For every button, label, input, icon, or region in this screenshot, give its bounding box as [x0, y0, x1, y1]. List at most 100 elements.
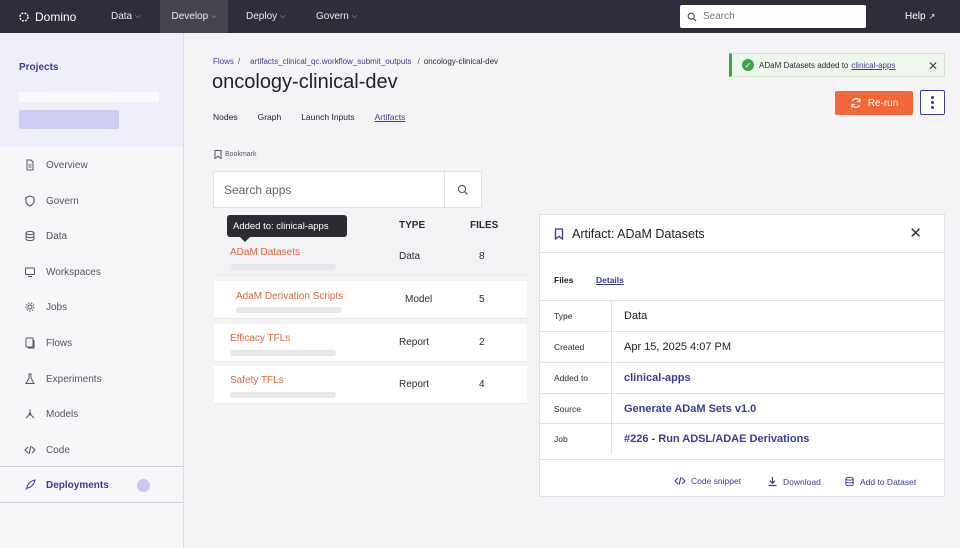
bookmark-icon — [214, 150, 222, 159]
tab-nodes[interactable]: Nodes — [213, 112, 238, 122]
app-type: Report — [399, 337, 430, 348]
panel-footer-divider — [540, 459, 944, 460]
sidebar-item-data[interactable]: Data — [24, 230, 67, 242]
sidebar-item-label: Flows — [46, 337, 73, 349]
table-row[interactable]: ADaM Datasets Data 8 — [214, 238, 527, 276]
app-subtitle-placeholder — [230, 350, 336, 356]
sidebar-item-jobs[interactable]: Jobs — [24, 301, 67, 313]
sidebar-item-deployments[interactable]: Deployments — [24, 479, 109, 491]
add-to-dataset-label: Add to Dataset — [860, 476, 917, 487]
global-search-input[interactable] — [703, 11, 853, 22]
document-icon — [26, 159, 34, 171]
table-row[interactable]: Safety TFLs Report 4 — [214, 366, 527, 404]
tab-artifacts[interactable]: Artifacts — [375, 112, 406, 122]
sidebar-item-experiments[interactable]: Experiments — [24, 373, 102, 385]
rocket-icon — [25, 479, 36, 490]
column-type: TYPE — [399, 220, 426, 231]
artifact-title: Artifact: ADaM Datasets — [572, 226, 705, 241]
gear-icon — [25, 302, 35, 312]
help-link[interactable]: Help ↗ — [905, 11, 935, 22]
add-to-dataset-button[interactable]: Add to Dataset — [844, 476, 916, 487]
close-icon[interactable]: ✕ — [928, 59, 938, 73]
sidebar-item-workspaces[interactable]: Workspaces — [24, 266, 101, 278]
sidebar-item-label: Deployments — [46, 479, 109, 491]
tab-graph[interactable]: Graph — [258, 112, 282, 122]
chevron-down-icon: ⌵ — [135, 12, 141, 20]
app-files: 2 — [479, 337, 485, 348]
app-name[interactable]: ADaM Datasets — [230, 247, 300, 258]
download-label: Download — [783, 476, 821, 487]
domino-logo[interactable]: Domino — [18, 10, 110, 24]
apps-search-input[interactable] — [224, 182, 444, 197]
app-type: Model — [405, 294, 433, 305]
app-subtitle-placeholder — [230, 264, 336, 270]
sidebar-item-govern[interactable]: Govern — [24, 195, 79, 207]
table-row[interactable]: AdaM Derivation Scripts Model 5 — [214, 281, 527, 319]
app-files: 4 — [479, 379, 485, 390]
nav-data[interactable]: Data ⌵ — [111, 0, 140, 33]
nav-develop[interactable]: Develop ⌵ — [160, 0, 228, 33]
project-selector-placeholder[interactable] — [19, 110, 119, 129]
app-name[interactable]: Efficacy TFLs — [230, 333, 290, 344]
nav-govern[interactable]: Govern ⌵ — [316, 0, 357, 33]
chevron-down-icon: ⌵ — [211, 12, 217, 20]
detail-value-link[interactable]: #226 - Run ADSL/ADAE Derivations — [624, 433, 809, 445]
kebab-dot — [931, 96, 934, 99]
database-icon — [25, 230, 35, 242]
database-icon — [845, 476, 854, 487]
column-files: FILES — [470, 220, 499, 231]
rerun-button[interactable]: Re-run — [835, 91, 913, 115]
toast-text: ADaM Datasets added to — [759, 60, 849, 70]
apps-search-button[interactable] — [444, 172, 481, 207]
artifact-panel-header: Artifact: ADaM Datasets ✕ — [540, 215, 944, 253]
apps-search — [213, 171, 482, 208]
detail-value-link[interactable]: Generate ADaM Sets v1.0 — [624, 403, 756, 415]
table-row[interactable]: Efficacy TFLs Report 2 — [214, 324, 527, 362]
shield-icon — [25, 195, 35, 207]
nav-deploy[interactable]: Deploy ⌵ — [246, 0, 285, 33]
success-toast: ✓ ADaM Datasets added to clinical-apps ✕ — [729, 53, 945, 77]
detail-row-job: Job #226 - Run ADSL/ADAE Derivations — [540, 423, 944, 454]
row-divider — [611, 424, 612, 454]
kebab-dot — [931, 101, 934, 104]
nav-develop-label: Develop — [171, 11, 209, 22]
models-icon — [25, 409, 35, 419]
tab-files[interactable]: Files — [554, 275, 573, 285]
breadcrumb-workflow[interactable]: artifacts_clinical_qc.workflow_submit_ou… — [250, 57, 411, 66]
detail-row-added-to: Added to clinical-apps — [540, 362, 944, 393]
sidebar-item-label: Models — [46, 408, 79, 420]
code-icon — [24, 445, 36, 455]
bookmark-button[interactable]: Bookmark — [214, 150, 257, 159]
detail-row-type: Type Data — [540, 300, 944, 331]
toast-link[interactable]: clinical-apps — [851, 61, 895, 70]
app-files: 8 — [479, 251, 485, 262]
row-divider — [611, 301, 612, 331]
app-subtitle-placeholder — [230, 392, 336, 398]
flows-icon — [25, 337, 35, 349]
sidebar-item-models[interactable]: Models — [24, 408, 78, 420]
breadcrumb-flows[interactable]: Flows — [213, 57, 234, 66]
app-files: 5 — [479, 294, 485, 305]
chevron-down-icon: ⌵ — [351, 12, 358, 20]
detail-key: Job — [554, 434, 568, 444]
detail-key: Source — [554, 404, 581, 414]
tab-details[interactable]: Details — [596, 275, 624, 285]
sidebar-item-label: Jobs — [46, 301, 68, 313]
download-button[interactable]: Download — [767, 476, 821, 487]
nav-data-label: Data — [111, 11, 133, 22]
app-name[interactable]: Safety TFLs — [230, 375, 284, 386]
detail-value-link[interactable]: clinical-apps — [624, 372, 691, 384]
app-name[interactable]: AdaM Derivation Scripts — [236, 291, 343, 302]
close-icon[interactable]: ✕ — [909, 226, 922, 241]
sidebar-item-flows[interactable]: Flows — [24, 337, 72, 349]
tab-launch-inputs[interactable]: Launch Inputs — [301, 112, 354, 122]
domino-logo-icon — [19, 11, 29, 22]
external-link-icon: ↗ — [928, 12, 936, 21]
code-snippet-button[interactable]: Code snippet — [674, 476, 741, 486]
sidebar-item-code[interactable]: Code — [24, 444, 70, 456]
sidebar-item-overview[interactable]: Overview — [24, 159, 88, 171]
projects-title[interactable]: Projects — [19, 62, 58, 73]
more-options-button[interactable] — [920, 90, 945, 115]
project-name-placeholder — [19, 92, 159, 102]
sidebar-item-label: Workspaces — [46, 266, 101, 278]
